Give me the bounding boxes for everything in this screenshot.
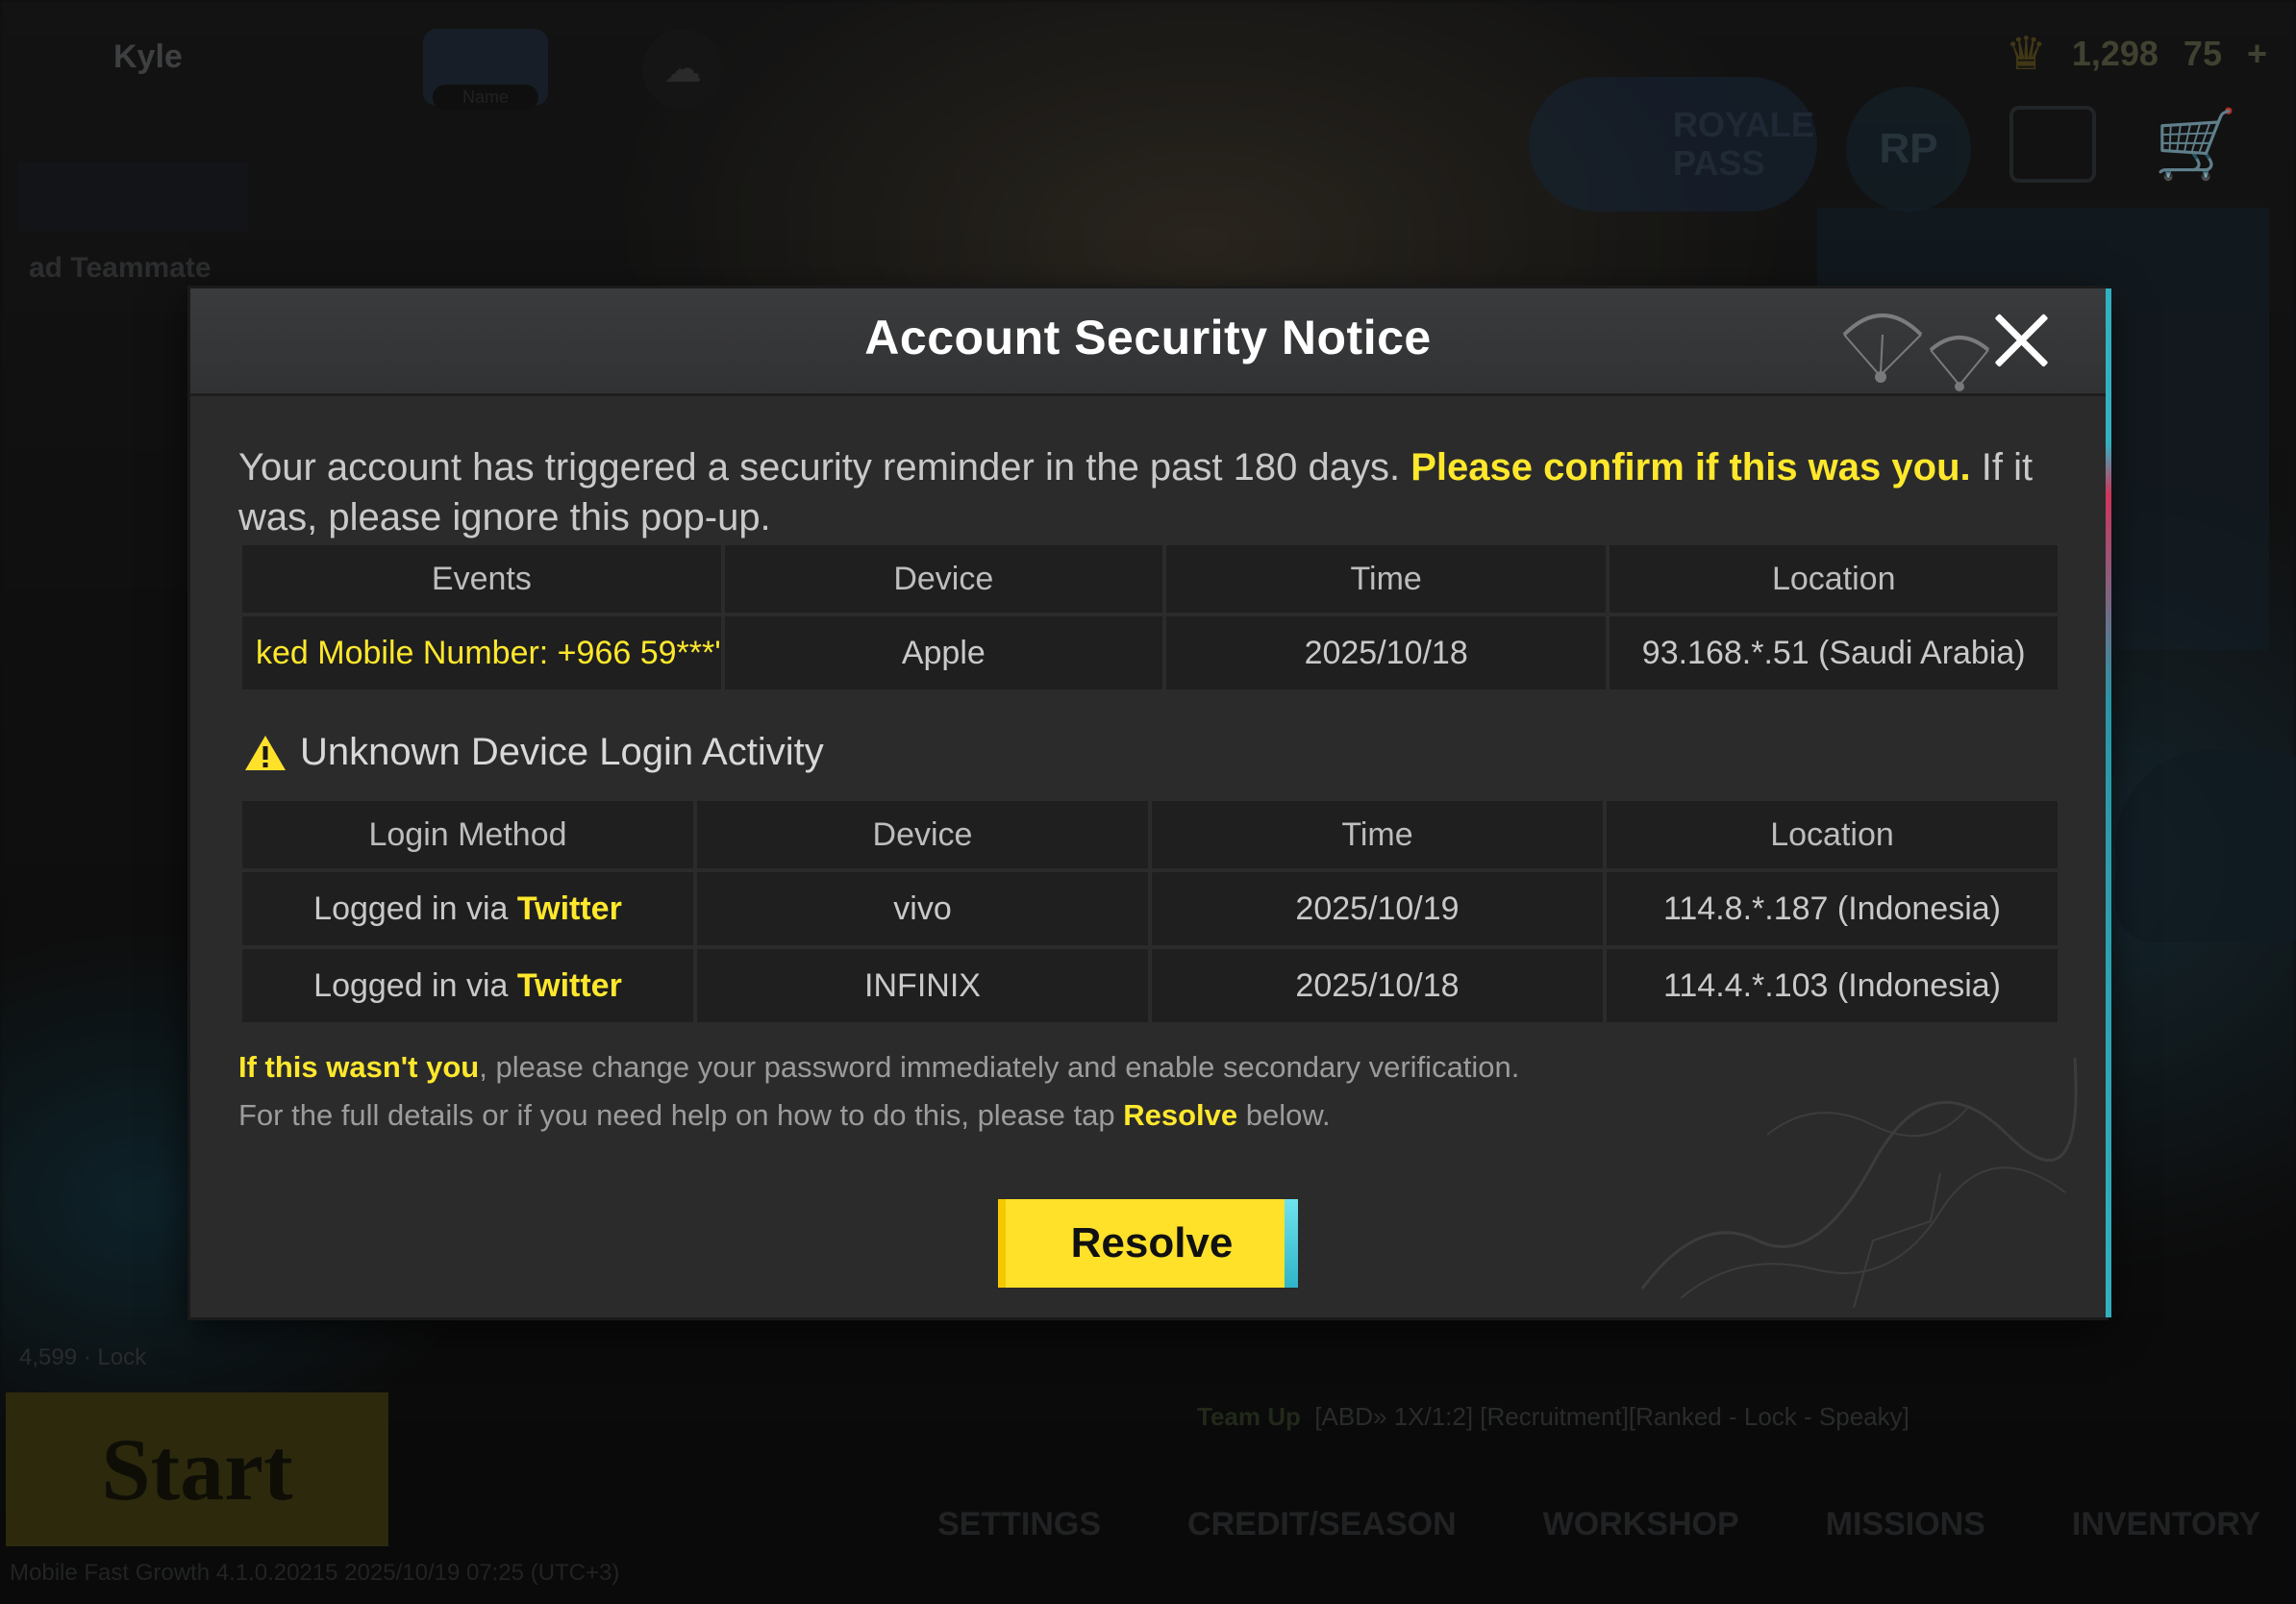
method-highlight: Twitter [516,890,622,927]
method-prefix: Logged in via [313,966,517,1004]
resolve-label: Resolve [1070,1219,1234,1266]
device-cell: INFINIX [697,949,1148,1022]
footer2-part2: below. [1237,1098,1331,1132]
event-cell: ked Mobile Number: +966 59***' [242,616,721,689]
time-cell: 2025/10/19 [1152,872,1603,945]
location-cell: 114.4.*.103 (Indonesia) [1607,949,2058,1022]
column-header-events: Events [242,545,721,613]
device-cell: Apple [724,616,1162,689]
events-table: Events Device Time Location ked Mobile N… [238,541,2061,693]
column-header-login-method: Login Method [242,801,693,868]
intro-highlight: Please confirm if this was you. [1410,446,1971,489]
column-header-time: Time [1152,801,1603,868]
resolve-button[interactable]: Resolve [998,1199,1298,1288]
close-icon[interactable] [1988,308,2054,373]
column-header-time: Time [1165,545,1607,613]
column-header-location: Location [1610,545,2058,613]
footer2-part1: For the full details or if you need help… [238,1098,1124,1132]
method-prefix: Logged in via [313,890,517,927]
unknown-device-heading: Unknown Device Login Activity [244,731,824,774]
table-row: ked Mobile Number: +966 59***' Apple 202… [242,616,2058,689]
footer1-rest: , please change your password immediatel… [479,1050,1520,1084]
column-header-device: Device [697,801,1148,868]
method-highlight: Twitter [516,966,622,1004]
section-title-text: Unknown Device Login Activity [300,731,824,773]
events-table-header: Events Device Time Location [242,545,2058,613]
location-cell: 93.168.*.51 (Saudi Arabia) [1610,616,2058,689]
login-method-cell: Logged in via Twitter [242,949,693,1022]
time-cell: 2025/10/18 [1165,616,1607,689]
column-header-device: Device [724,545,1162,613]
security-notice-dialog: Account Security Notice Your account has… [190,288,2111,1317]
column-header-location: Location [1607,801,2058,868]
intro-text: Your account has triggered a security re… [238,442,2065,542]
footer1-highlight: If this wasn't you [238,1050,480,1084]
intro-part1: Your account has triggered a security re… [238,446,1411,489]
resolve-button-edge [1285,1199,1298,1288]
time-cell: 2025/10/18 [1152,949,1603,1022]
map-decoration [1640,1057,2078,1308]
footer2-highlight: Resolve [1123,1098,1238,1132]
warning-icon [245,735,286,770]
dialog-title: Account Security Notice [864,311,1432,364]
location-cell: 114.8.*.187 (Indonesia) [1607,872,2058,945]
dialog-edge-decoration [2106,288,2111,1317]
footer-line-2: For the full details or if you need help… [238,1098,1331,1133]
table-row: Logged in via Twitter INFINIX 2025/10/18… [242,949,2058,1022]
footer-line-1: If this wasn't you, please change your p… [238,1050,1519,1085]
device-cell: vivo [697,872,1148,945]
login-activity-table: Login Method Device Time Location Logged… [238,797,2061,1026]
table-row: Logged in via Twitter vivo 2025/10/19 11… [242,872,2058,945]
login-method-cell: Logged in via Twitter [242,872,693,945]
dialog-header: Account Security Notice [190,288,2106,396]
login-table-header: Login Method Device Time Location [242,801,2058,868]
